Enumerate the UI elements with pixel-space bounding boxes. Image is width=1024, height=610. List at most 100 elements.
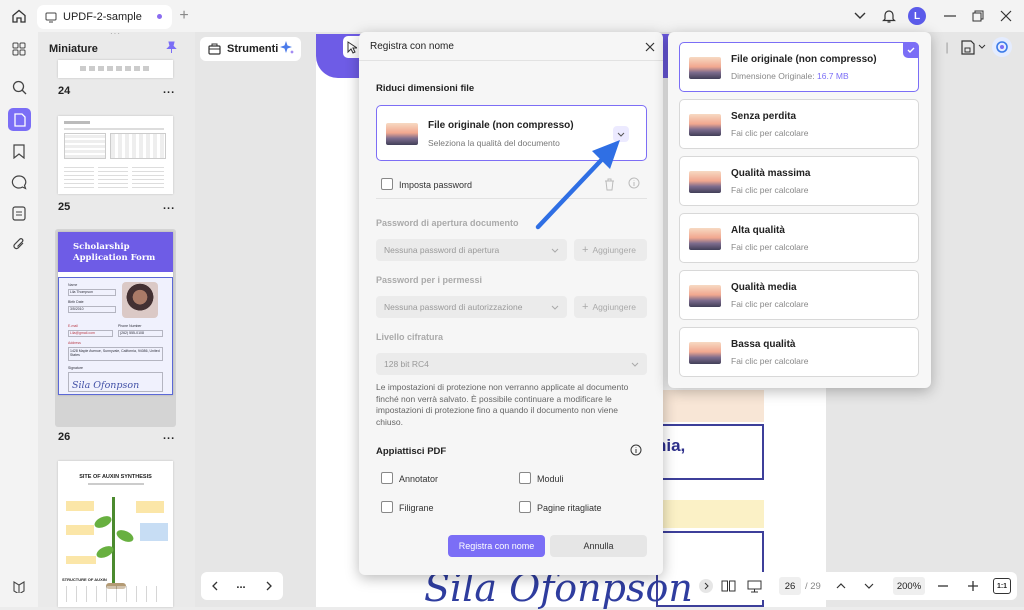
page-more-icon[interactable]: ...	[163, 84, 175, 96]
thumbnails-icon[interactable]	[8, 108, 31, 131]
close-icon[interactable]	[642, 39, 658, 55]
close-icon[interactable]	[998, 8, 1014, 24]
chevron-down-icon	[551, 305, 559, 310]
chevron-left-icon[interactable]	[207, 578, 223, 594]
quality-option-lossless[interactable]: Senza perdita Fai clic per calcolare	[679, 99, 919, 149]
quality-thumbnail-icon	[689, 57, 721, 79]
encryption-level-value: 128 bit RC4	[384, 359, 429, 369]
quality-option-sub: Fai clic per calcolare	[731, 128, 809, 138]
diagram-title: SITE OF AUXIN SYNTHESIS	[79, 474, 152, 480]
viewport-indicator[interactable]	[58, 277, 173, 395]
add-open-password-button[interactable]: + Aggiungere	[574, 239, 647, 261]
add-permission-password-button[interactable]: + Aggiungere	[574, 296, 647, 318]
quality-option-sub: Fai clic per calcolare	[731, 299, 809, 309]
quality-option-original[interactable]: File originale (non compresso) Dimension…	[679, 42, 919, 92]
permission-password-label: Password per i permessi	[376, 275, 483, 285]
quality-option-title: Qualità massima	[731, 168, 811, 179]
quality-option-sub: Dimensione Originale: 16.7 MB	[731, 71, 849, 81]
avatar[interactable]: L	[908, 7, 926, 25]
expand-icon[interactable]	[699, 579, 713, 593]
zoom-out-icon[interactable]	[935, 578, 951, 594]
page-thumbnail-24[interactable]	[58, 60, 173, 78]
attachment-list-icon[interactable]	[10, 204, 28, 222]
quality-option-sub: Fai clic per calcolare	[731, 356, 809, 366]
page-more-icon[interactable]: ...	[163, 430, 175, 442]
save-icon[interactable]	[957, 37, 977, 57]
document-text: nia,	[656, 436, 686, 455]
ai-sparkle-icon[interactable]	[278, 39, 296, 57]
quality-thumbnail-icon	[689, 171, 721, 193]
save-as-button[interactable]: Registra con nome	[448, 535, 545, 557]
open-password-label: Password di apertura documento	[376, 218, 519, 228]
toolbox-icon	[208, 43, 221, 55]
page-number: 25	[58, 201, 71, 213]
set-password-label: Imposta password	[399, 180, 473, 190]
page-total: / 29	[805, 581, 821, 592]
page-number: 24	[58, 85, 71, 97]
info-icon[interactable]	[629, 443, 643, 457]
encryption-level-label: Livello cifratura	[376, 332, 444, 342]
flatten-forms-checkbox[interactable]	[519, 472, 531, 484]
zoom-level[interactable]: 200%	[893, 577, 925, 595]
quality-option-low[interactable]: Bassa qualità Fai clic per calcolare	[679, 327, 919, 377]
grid-icon[interactable]	[10, 40, 28, 58]
quality-option-high[interactable]: Alta qualità Fai clic per calcolare	[679, 213, 919, 263]
chevron-down-icon[interactable]	[852, 9, 868, 23]
form-title: Scholarship Application Form	[73, 242, 156, 263]
page-number-input[interactable]: 26	[779, 577, 801, 595]
restore-icon[interactable]	[970, 8, 986, 24]
home-icon[interactable]	[10, 7, 28, 25]
check-icon	[903, 42, 919, 58]
more-icon[interactable]: ...	[233, 577, 249, 593]
permission-password-select[interactable]: Nessuna password di autorizzazione	[376, 296, 567, 318]
quality-option-title: Senza perdita	[731, 111, 797, 122]
page-more-icon[interactable]: ...	[163, 200, 175, 212]
permission-password-placeholder: Nessuna password di autorizzazione	[384, 302, 523, 312]
flatten-label: Appiattisci PDF	[376, 446, 447, 457]
assistant-icon[interactable]	[992, 37, 1012, 57]
book-view-icon[interactable]	[719, 578, 737, 594]
quality-thumbnail-icon	[386, 123, 418, 145]
quality-option-sub: Fai clic per calcolare	[731, 242, 809, 252]
quality-options-panel: File originale (non compresso) Dimension…	[668, 32, 931, 388]
open-password-select[interactable]: Nessuna password di apertura	[376, 239, 567, 261]
document-tab[interactable]: UPDF-2-sample	[37, 5, 172, 29]
paperclip-icon[interactable]	[10, 235, 28, 253]
minimize-icon[interactable]	[942, 8, 958, 24]
page-thumbnail-26[interactable]: Scholarship Application Form Name Lila T…	[58, 232, 173, 395]
page-thumbnail-27[interactable]: SITE OF AUXIN SYNTHESIS STRUCTURE OF AUX…	[58, 461, 173, 607]
monitor-icon	[45, 12, 57, 22]
actual-size-button[interactable]: 1:1	[993, 578, 1011, 594]
layers-icon[interactable]	[10, 577, 28, 595]
open-password-placeholder: Nessuna password di apertura	[384, 245, 500, 255]
resize-grip[interactable]: ···	[110, 30, 124, 38]
save-chevron-icon[interactable]	[977, 41, 987, 51]
tab-title: UPDF-2-sample	[63, 11, 142, 23]
new-tab-icon[interactable]: +	[176, 7, 192, 24]
pin-icon[interactable]	[164, 40, 178, 54]
cancel-button[interactable]: Annulla	[550, 535, 647, 557]
chevron-right-icon[interactable]	[261, 578, 277, 594]
page-thumbnail-25[interactable]	[58, 116, 173, 194]
encryption-level-select[interactable]: 128 bit RC4	[376, 353, 647, 375]
search-icon[interactable]	[10, 78, 28, 96]
add-label: Aggiungere	[592, 245, 636, 255]
quality-option-title: Bassa qualità	[731, 339, 796, 350]
flatten-annotator-label: Annotator	[399, 474, 439, 484]
chevron-up-icon[interactable]	[833, 578, 849, 594]
chevron-down-icon[interactable]	[861, 578, 877, 594]
unsaved-dot-icon	[157, 14, 162, 19]
flatten-watermark-checkbox[interactable]	[381, 501, 393, 513]
quality-option-maximum[interactable]: Qualità massima Fai clic per calcolare	[679, 156, 919, 206]
bell-icon[interactable]	[880, 7, 898, 25]
page-number: 26	[58, 431, 71, 443]
present-icon[interactable]	[745, 578, 763, 594]
flatten-annotator-checkbox[interactable]	[381, 472, 393, 484]
quality-option-medium[interactable]: Qualità media Fai clic per calcolare	[679, 270, 919, 320]
zoom-in-icon[interactable]	[965, 578, 981, 594]
flatten-cropped-label: Pagine ritagliate	[537, 503, 602, 513]
set-password-checkbox[interactable]	[381, 178, 393, 190]
flatten-cropped-checkbox[interactable]	[519, 501, 531, 513]
bookmark-icon[interactable]	[10, 142, 28, 160]
comment-icon[interactable]	[10, 173, 28, 191]
